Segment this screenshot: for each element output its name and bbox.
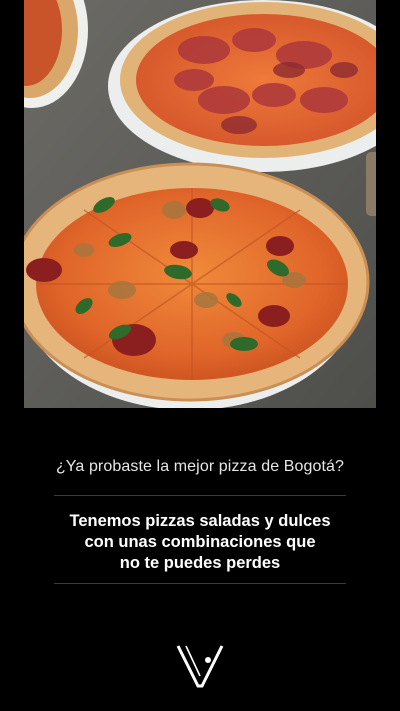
divider-bottom — [54, 583, 346, 584]
intro-question: ¿Ya probaste la mejor pizza de Bogotá? — [55, 458, 345, 475]
headline-line-3: no te puedes perdes — [119, 554, 281, 572]
headline-line-2: con unas combinaciones que — [84, 533, 316, 551]
pizza-photo-graphic — [24, 0, 376, 408]
brand-v-logo-icon — [172, 640, 228, 692]
headline-line-1: Tenemos pizzas saladas y dulces — [69, 512, 331, 530]
headline: Tenemos pizzas saladas y dulces con unas… — [0, 511, 400, 574]
divider-top — [54, 495, 346, 496]
pizza-photo — [24, 0, 376, 408]
